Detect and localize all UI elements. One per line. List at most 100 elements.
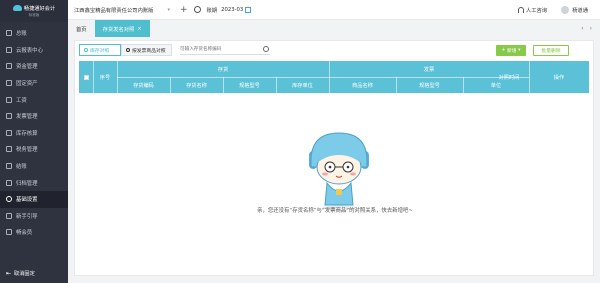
money-icon	[6, 63, 12, 70]
group-inventory: 存货	[217, 66, 229, 73]
sidebar-item-invoice[interactable]: 发票管理	[0, 108, 68, 125]
cloud-report-icon	[6, 46, 12, 53]
col-invoice-product: 商品名称	[352, 82, 373, 89]
cloud-logo-icon	[12, 5, 22, 11]
user-menu[interactable]: 杨道通	[561, 5, 588, 14]
inventory-icon	[6, 129, 12, 136]
col-inventory-unit: 库存单位	[292, 82, 313, 89]
tax-icon	[6, 146, 12, 153]
sidebar-item-money[interactable]: 资金管理	[0, 58, 68, 75]
tab-label: 首页	[76, 26, 87, 33]
sidebar-item-label: 畅会员	[16, 230, 33, 237]
chevron-down-icon: ▾	[167, 6, 170, 13]
guide-icon	[6, 212, 12, 219]
cancel-fix-button[interactable]: ⇤ 取消固定	[6, 270, 35, 277]
sidebar-item-label: 新手引导	[16, 213, 38, 220]
document-icon	[126, 48, 130, 52]
invoice-icon	[6, 113, 12, 120]
sidebar-item-label: 工资	[16, 97, 27, 104]
asset-icon	[6, 80, 12, 87]
tab-label: 存货发名对照	[102, 26, 135, 33]
add-button[interactable]: + 新增 ▾	[496, 45, 526, 56]
close-books-icon	[6, 163, 12, 170]
tab-inventory-mapping[interactable]: 存货发名对照 ×	[94, 20, 150, 37]
sidebar-item-label: 库存核算	[16, 130, 38, 137]
search-icon[interactable]	[263, 46, 269, 52]
segment-invoice-mapping[interactable]: 按发票商品对照	[121, 44, 172, 56]
sidebar-nav: 总账 云报表中心 资金管理 固定资产 工资 发票管理 库存核算 税务管理 结账 …	[0, 25, 68, 241]
sidebar-item-cloud-report[interactable]: 云报表中心	[0, 42, 68, 59]
sidebar-item-guide[interactable]: 新手引导	[0, 208, 68, 225]
sidebar-item-label: 资金管理	[16, 64, 38, 71]
period-label: 账期	[206, 7, 218, 14]
sidebar-item-label: 基础设置	[16, 197, 38, 204]
col-inventory-spec: 规格型号	[239, 82, 260, 89]
headset-icon	[517, 6, 524, 13]
ledger-icon	[6, 30, 12, 37]
col-inventory-name: 存货名称	[186, 82, 207, 89]
col-action: 操作	[553, 74, 565, 81]
content-card: 库存对照 按发票商品对照 + 新增 ▾ 批量删除 序号 存货 发票	[74, 40, 594, 276]
gear-icon[interactable]	[193, 6, 201, 13]
col-inventory-code: 存货编码	[133, 82, 154, 89]
sidebar-item-label: 发票管理	[16, 114, 38, 121]
add-button-label: 新增	[507, 49, 517, 54]
sidebar-item-label: 税务管理	[16, 147, 38, 154]
app-logo[interactable]: 畅捷通好会计 标准版	[0, 0, 68, 22]
sidebar: 畅捷通好会计 标准版 总账 云报表中心 资金管理 固定资产 工资 发票管理 库存…	[0, 0, 68, 283]
search-input[interactable]	[180, 45, 270, 55]
logo-text: 畅捷通好会计	[23, 5, 56, 12]
sidebar-item-ledger[interactable]: 总账	[0, 25, 68, 42]
batch-delete-button[interactable]: 批量删除	[533, 45, 569, 56]
sidebar-item-inventory[interactable]: 库存核算	[0, 125, 68, 142]
member-icon	[6, 229, 12, 236]
calendar-icon[interactable]	[245, 6, 252, 13]
chevron-right-icon[interactable]: ›	[590, 25, 592, 32]
tab-scroll: ‹ ›	[581, 20, 600, 37]
sidebar-item-tax[interactable]: 税务管理	[0, 141, 68, 158]
company-selector[interactable]: 江西鑫宝精品有限责任公司内账版 ▾	[70, 6, 174, 14]
col-invoice-spec: 规格型号	[419, 82, 440, 89]
segment-label: 按发票商品对照	[132, 48, 166, 54]
tab-strip: 首页 存货发名对照 × ‹ ›	[68, 20, 600, 37]
sidebar-item-asset[interactable]: 固定资产	[0, 75, 68, 92]
arrow-left-icon: ⇤	[6, 270, 12, 277]
sidebar-item-member[interactable]: 畅会员	[0, 224, 68, 241]
company-name: 江西鑫宝精品有限责任公司内账版	[74, 7, 154, 14]
logo-edition: 标准版	[28, 12, 40, 17]
support-label: 人工咨询	[525, 7, 548, 14]
segment-label: 库存对照	[90, 48, 110, 54]
batch-delete-label: 批量删除	[541, 49, 561, 54]
chevron-left-icon[interactable]: ‹	[581, 25, 583, 32]
tab-home[interactable]: 首页	[68, 20, 95, 37]
top-bar: 江西鑫宝精品有限责任公司内账版 ▾ + 账期 2023-03 人工咨询 杨道通	[68, 0, 600, 20]
user-name: 杨道通	[572, 7, 588, 14]
sidebar-item-salary[interactable]: 工资	[0, 91, 68, 108]
sidebar-item-archive[interactable]: 归档管理	[0, 174, 68, 191]
close-icon[interactable]: ×	[137, 26, 141, 32]
sidebar-item-close-books[interactable]: 结账	[0, 158, 68, 175]
col-index: 序号	[99, 74, 111, 81]
sidebar-item-label: 归档管理	[16, 180, 38, 187]
col-time: 对照时间	[498, 74, 520, 81]
archive-icon	[6, 179, 12, 186]
settings-icon	[6, 196, 12, 203]
sidebar-item-settings[interactable]: 基础设置	[0, 190, 68, 208]
sidebar-item-label: 固定资产	[16, 81, 38, 88]
salary-icon	[6, 96, 12, 103]
mapping-icon	[84, 48, 88, 52]
period-value[interactable]: 2023-03	[221, 7, 243, 13]
sidebar-item-label: 总账	[16, 31, 27, 38]
add-icon[interactable]: +	[180, 5, 188, 15]
toolbar: 库存对照 按发票商品对照 + 新增 ▾ 批量删除	[75, 44, 595, 57]
empty-state-mascot-icon	[309, 132, 369, 211]
checkbox[interactable]	[83, 74, 89, 80]
support-button[interactable]: 人工咨询	[517, 6, 548, 14]
segment-inventory-mapping[interactable]: 库存对照	[79, 44, 121, 56]
sidebar-item-label: 结账	[16, 164, 27, 171]
chevron-down-icon: ▾	[516, 48, 521, 53]
cancel-fix-label: 取消固定	[14, 271, 35, 277]
select-all-checkbox[interactable]	[79, 61, 93, 93]
empty-state-message: 亲，您还没有“存货名称”与“发票商品”的对照关系，快去新增吧~	[257, 208, 413, 214]
avatar	[561, 5, 570, 14]
